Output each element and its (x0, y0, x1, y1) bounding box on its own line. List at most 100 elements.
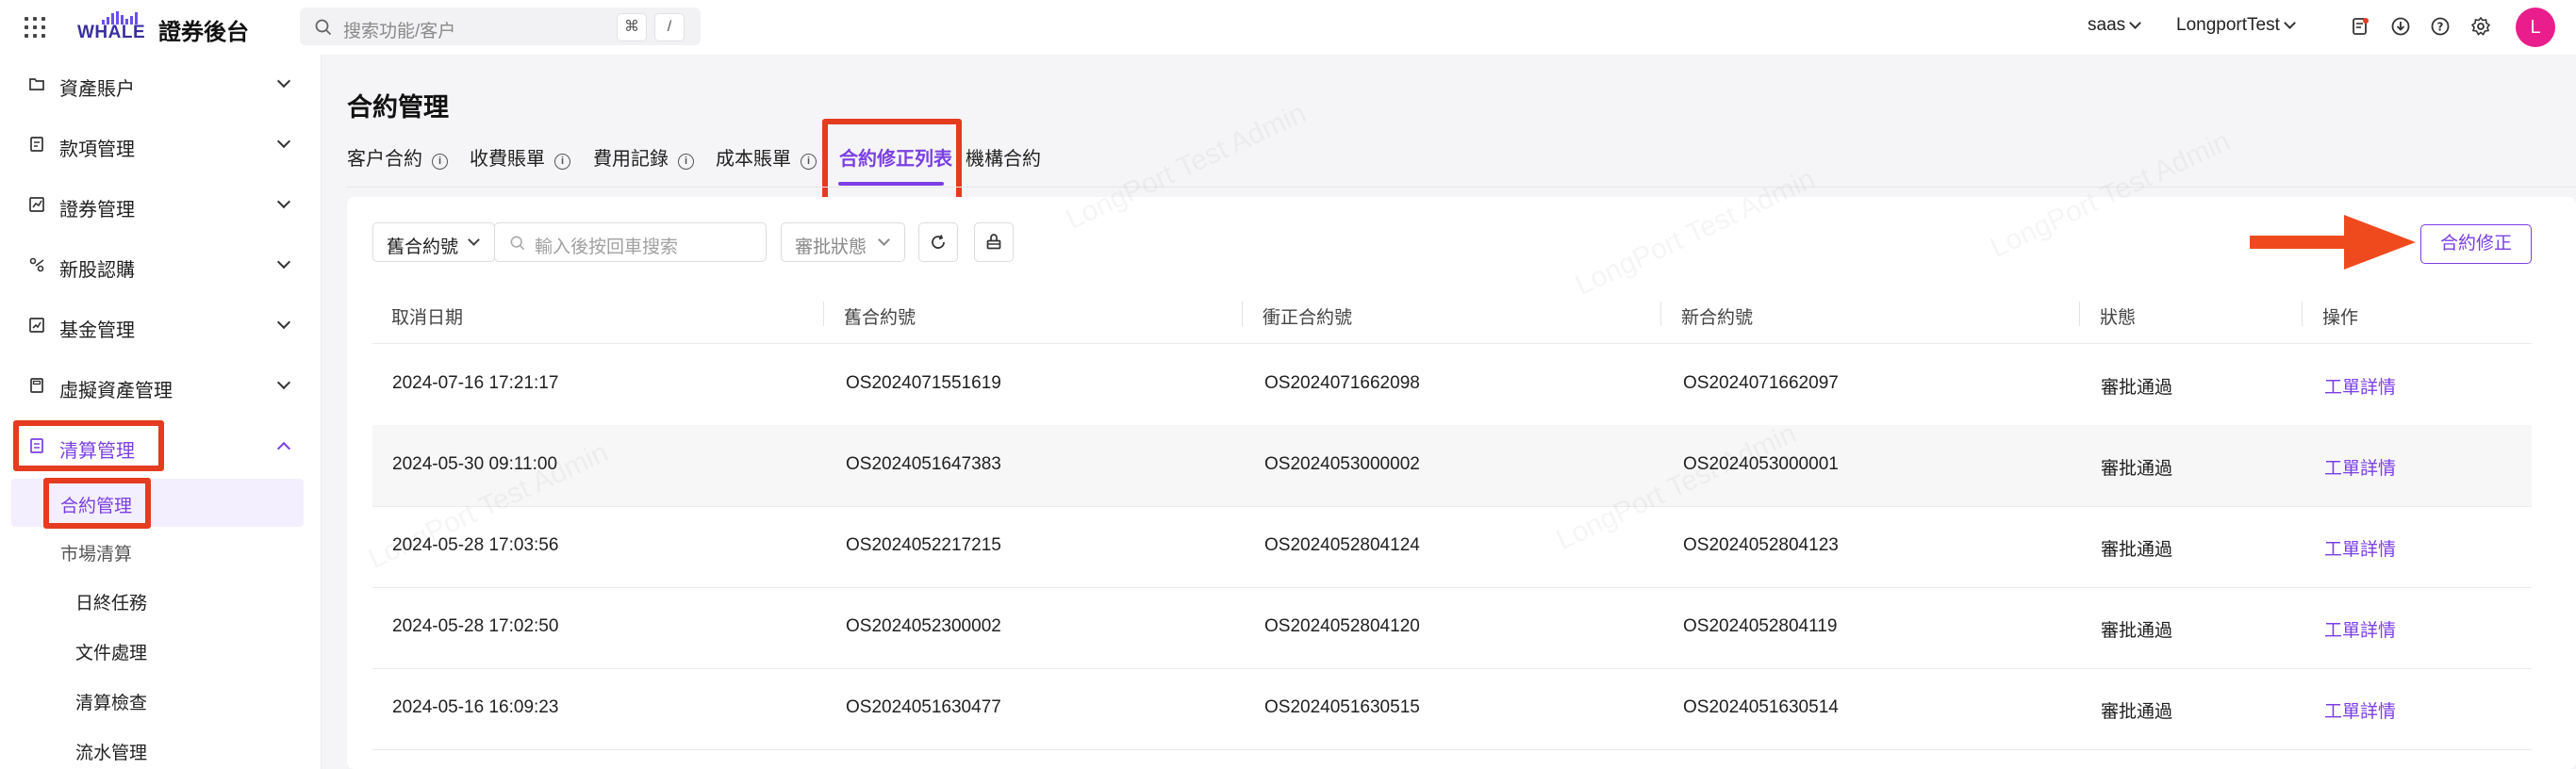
chevron-down-icon (276, 134, 291, 149)
sidebar-item-fund-management[interactable]: 基金管理 (0, 303, 321, 350)
info-icon[interactable]: i (801, 154, 817, 170)
old-contract-cell: OS2024071551619 (846, 373, 1001, 393)
ticket-details-link[interactable]: 工單詳情 (2324, 454, 2396, 480)
org-dropdown[interactable]: LongportTest (2176, 15, 2296, 36)
new-contract-cell: OS2024051630514 (1683, 697, 1839, 717)
sidebar-subitem-file-processing[interactable]: 文件處理 (75, 639, 147, 664)
tenant-dropdown[interactable]: saas (2088, 15, 2142, 36)
contract-correction-button[interactable]: 合約修正 (2420, 224, 2532, 264)
new-contract-cell: OS2024053000001 (1683, 454, 1839, 474)
info-icon[interactable]: i (432, 154, 448, 170)
ticket-details-link[interactable]: 工單詳情 (2324, 616, 2396, 642)
reversal-contract-cell: OS2024053000002 (1264, 454, 1420, 474)
ticket-details-link[interactable]: 工單詳情 (2324, 697, 2396, 723)
sidebar-item-securities[interactable]: 證券管理 (0, 182, 321, 229)
column-divider (2302, 302, 2303, 326)
sidebar-item-assets[interactable]: 資產賬户 (0, 61, 321, 108)
chevron-up-icon (276, 441, 291, 456)
chevron-down-icon (2283, 17, 2296, 29)
arrow-annotation-icon (2250, 215, 2416, 270)
column-header-new-contract: 新合約號 (1681, 308, 1754, 328)
search-placeholder: 輸入後按回車搜索 (535, 237, 679, 257)
sidebar-item-label: 新股認購 (59, 260, 135, 281)
svg-text:?: ? (2437, 21, 2444, 34)
tab-fee-records[interactable]: 費用記錄 i (593, 143, 694, 171)
user-avatar[interactable]: L (2516, 8, 2555, 47)
download-icon[interactable] (2390, 16, 2411, 37)
global-search-input[interactable]: 搜索功能/客户 ⌘ / (300, 8, 701, 45)
cancel-date-cell: 2024-05-16 16:09:23 (392, 697, 559, 717)
sidebar-item-label: 基金管理 (59, 320, 135, 341)
clear-filters-button[interactable] (974, 222, 1014, 262)
chevron-down-icon (2129, 17, 2142, 29)
whale-logo[interactable]: WHALE (77, 9, 145, 43)
chart-icon (29, 197, 44, 212)
sidebar-item-funds[interactable]: 款項管理 (0, 122, 321, 169)
status-cell: 審批通過 (2101, 378, 2173, 398)
calculator-icon (30, 378, 43, 393)
old-contract-cell: OS2024051630477 (846, 697, 1001, 717)
app-grid-icon[interactable] (25, 17, 45, 38)
notice-icon[interactable] (2350, 16, 2370, 37)
status-cell: 審批通過 (2101, 540, 2173, 560)
sidebar-subitem-market-clearing[interactable]: 市場清算 (60, 540, 132, 565)
tab-label: 客户合約 (347, 149, 422, 170)
status-select-dropdown[interactable]: 審批狀態 (781, 222, 905, 262)
column-header-cancel-date: 取消日期 (391, 308, 464, 328)
shortcut-slash-key: / (654, 13, 685, 41)
tab-client-contracts[interactable]: 客户合約 i (347, 143, 448, 171)
help-icon[interactable]: ? (2430, 16, 2451, 37)
tabs-divider (347, 187, 2576, 188)
info-icon[interactable]: i (678, 154, 694, 170)
table-row: 2024-05-28 17:03:56 OS2024052217215 OS20… (372, 506, 2532, 588)
tab-institutional-contracts[interactable]: 機構合約 (966, 143, 1041, 171)
ipo-icon (29, 257, 44, 272)
highlight-box-contract-management (43, 478, 151, 529)
tab-cost-bills[interactable]: 成本賬單 i (716, 143, 817, 171)
sidebar-subitem-flow-management[interactable]: 流水管理 (75, 739, 147, 764)
field-select-dropdown[interactable]: 舊合約號 (372, 222, 495, 262)
column-header-actions: 操作 (2322, 308, 2359, 328)
chevron-down-icon (276, 315, 291, 330)
tab-label: 成本賬單 (716, 149, 791, 170)
old-contract-cell: OS2024052217215 (846, 535, 1001, 555)
status-cell: 審批通過 (2101, 459, 2173, 479)
reversal-contract-cell: OS2024071662098 (1264, 373, 1420, 393)
top-bar: WHALE 證券後台 搜索功能/客户 ⌘ / saas LongportTest… (0, 0, 2576, 55)
reversal-contract-cell: OS2024052804124 (1264, 535, 1420, 555)
status-cell: 審批通過 (2101, 621, 2173, 641)
reversal-contract-cell: OS2024052804120 (1264, 616, 1420, 636)
status-cell: 審批通過 (2101, 702, 2173, 722)
sidebar-item-virtual-assets[interactable]: 虛擬資產管理 (0, 363, 321, 410)
column-divider (823, 302, 824, 326)
document-icon (30, 137, 43, 152)
settings-icon[interactable] (2470, 16, 2491, 37)
sidebar-item-label: 資產賬户 (59, 79, 135, 100)
table-row: 2024-05-30 09:11:00 OS2024051647383 OS20… (372, 425, 2532, 507)
search-icon (315, 19, 332, 36)
sidebar-item-ipo[interactable]: 新股認購 (0, 242, 321, 289)
sidebar-subitem-clearing-check[interactable]: 清算檢查 (75, 689, 147, 714)
cancel-date-cell: 2024-07-16 17:21:17 (392, 373, 559, 393)
info-icon[interactable]: i (554, 154, 570, 170)
ticket-details-link[interactable]: 工單詳情 (2324, 373, 2396, 399)
chevron-down-icon (276, 375, 291, 390)
table-row: 2024-05-16 16:09:23 OS2024051630477 OS20… (372, 668, 2532, 750)
fund-icon (29, 318, 44, 333)
ticket-details-link[interactable]: 工單詳情 (2324, 535, 2396, 561)
column-divider (1660, 302, 1661, 326)
tab-contract-corrections[interactable]: 合約修正列表 (839, 143, 952, 171)
old-contract-cell: OS2024052300002 (846, 616, 1001, 636)
column-divider (1242, 302, 1243, 326)
refresh-button[interactable] (918, 222, 958, 262)
chevron-down-icon (276, 254, 291, 270)
sidebar-item-label: 款項管理 (59, 139, 135, 160)
tab-fee-bills[interactable]: 收費賬單 i (470, 143, 570, 171)
chevron-down-icon (468, 234, 480, 246)
search-placeholder: 搜索功能/客户 (343, 22, 456, 41)
new-contract-cell: OS2024052804119 (1683, 616, 1838, 636)
page-title: 合約管理 (347, 93, 449, 122)
sidebar-subitem-eod-tasks[interactable]: 日終任務 (75, 589, 147, 614)
old-contract-cell: OS2024051647383 (846, 454, 1001, 474)
contract-search-input[interactable]: 輸入後按回車搜索 (494, 222, 767, 262)
